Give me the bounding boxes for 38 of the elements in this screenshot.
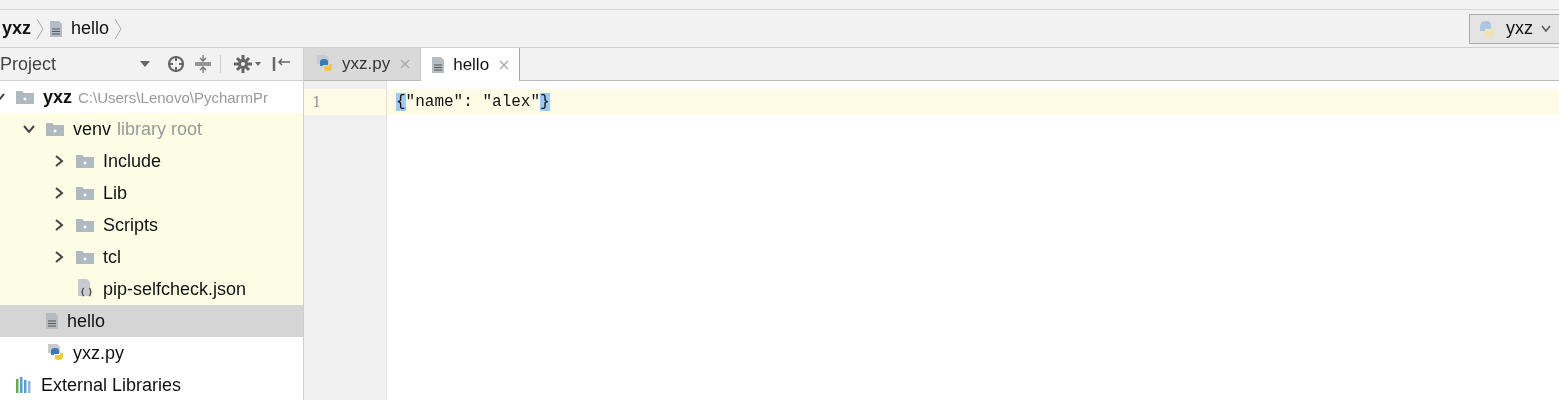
locate-icon[interactable]	[166, 54, 186, 74]
library-root-label: library root	[117, 118, 203, 140]
collapse-icon[interactable]	[194, 54, 212, 74]
tree-item[interactable]: External Libraries	[0, 369, 303, 400]
editor-tab[interactable]: yxz.py	[304, 48, 422, 80]
chevron-icon	[114, 17, 123, 40]
text-file-icon	[431, 55, 446, 74]
folder-icon	[45, 121, 65, 137]
python-file-icon	[314, 54, 334, 74]
caret-icon	[140, 61, 150, 67]
tree-item[interactable]: Lib	[0, 177, 303, 209]
tree-item[interactable]: yxz.py	[0, 337, 303, 369]
libraries-icon	[15, 376, 33, 394]
breadcrumb-item[interactable]: yxz	[2, 18, 32, 39]
settings-icon[interactable]	[233, 54, 263, 74]
hide-panel-icon[interactable]	[271, 54, 291, 74]
tree-item[interactable]: venv library root	[0, 113, 303, 145]
tree-item[interactable]: Scripts	[0, 209, 303, 241]
folder-icon	[75, 249, 95, 265]
tree-item[interactable]: yxz C:\Users\Lenovo\PycharmPr	[0, 81, 303, 113]
folder-icon	[15, 89, 35, 105]
breadcrumb-item[interactable]: hello	[49, 18, 110, 39]
run-configuration-dropdown[interactable]: yxz	[1469, 13, 1559, 44]
python-file-icon	[45, 343, 65, 363]
chevron-icon	[36, 17, 45, 40]
line-number: 1	[304, 89, 386, 115]
tree-item[interactable]: tcl	[0, 241, 303, 273]
text-file-icon	[49, 19, 64, 38]
folder-icon	[75, 153, 95, 169]
text-file-icon	[45, 312, 59, 330]
path-text: C:\Users\Lenovo\PycharmPr	[78, 88, 269, 106]
tree-item[interactable]: pip-selfcheck.json	[0, 273, 303, 305]
tree-item[interactable]: hello	[0, 305, 303, 337]
caret-icon	[1541, 24, 1551, 33]
folder-icon	[75, 217, 95, 233]
folder-icon	[75, 185, 95, 201]
tree-item[interactable]: Include	[0, 145, 303, 177]
editor-tab[interactable]: hello	[421, 48, 521, 81]
